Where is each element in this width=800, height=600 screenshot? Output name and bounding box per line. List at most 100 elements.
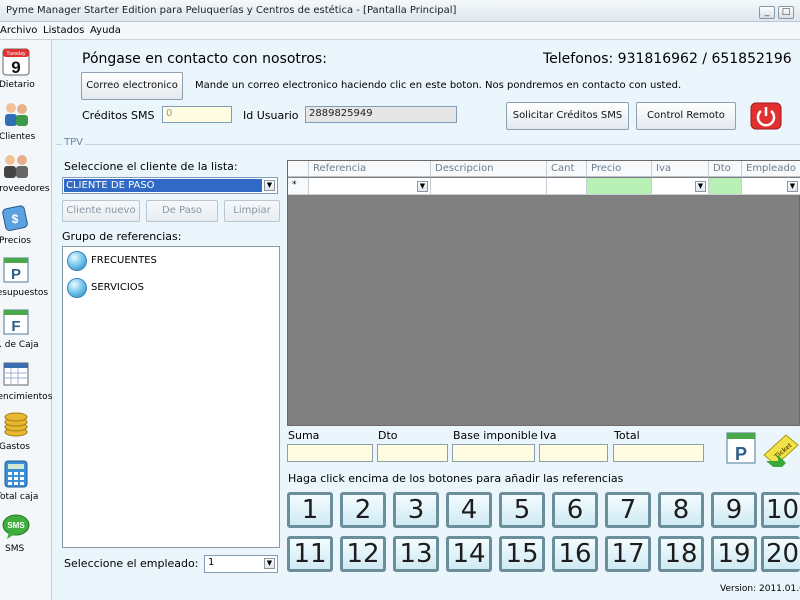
sidebar-item-precios[interactable]: $ Precios bbox=[0, 200, 52, 252]
contact-heading: Póngase en contacto con nosotros: bbox=[82, 51, 327, 67]
ref-button-1[interactable]: 1 bbox=[287, 492, 333, 528]
ref-button-20[interactable]: 20 bbox=[761, 536, 800, 572]
chevron-down-icon[interactable]: ▼ bbox=[695, 181, 706, 192]
cell-referencia[interactable]: ▼ bbox=[309, 178, 431, 194]
cell-precio[interactable] bbox=[587, 178, 652, 194]
sidebar-item-label: Dietario bbox=[0, 80, 35, 90]
chevron-down-icon[interactable]: ▼ bbox=[787, 181, 798, 192]
ref-button-7[interactable]: 7 bbox=[605, 492, 651, 528]
expenses-icon bbox=[4, 412, 28, 437]
col-precio[interactable]: Precio bbox=[587, 161, 652, 177]
calculator-icon bbox=[4, 460, 28, 488]
col-empleado[interactable]: Empleado bbox=[742, 161, 800, 177]
menu-ayuda[interactable]: Ayuda bbox=[90, 25, 121, 36]
remote-control-button[interactable]: Control Remoto bbox=[636, 102, 736, 130]
svg-text:9: 9 bbox=[11, 58, 20, 76]
chevron-down-icon[interactable]: ▼ bbox=[264, 180, 275, 191]
ref-button-4[interactable]: 4 bbox=[446, 492, 492, 528]
lines-grid[interactable]: Referencia Descripcion Cant Precio Iva D… bbox=[287, 160, 800, 426]
clear-button[interactable]: Limpiar bbox=[224, 200, 280, 222]
vat-label: Iva bbox=[540, 429, 557, 442]
col-iva[interactable]: Iva bbox=[652, 161, 709, 177]
sidebar-item-vencimientos[interactable]: Vencimientos bbox=[0, 356, 52, 408]
sidebar-item-clientes[interactable]: Clientes bbox=[0, 96, 52, 148]
ref-button-18[interactable]: 18 bbox=[658, 536, 704, 572]
ref-button-14[interactable]: 14 bbox=[446, 536, 492, 572]
cell-dto[interactable] bbox=[709, 178, 742, 194]
chevron-down-icon[interactable]: ▼ bbox=[264, 558, 275, 569]
client-select[interactable]: CLIENTE DE PASO ▼ bbox=[62, 177, 278, 194]
ref-button-11[interactable]: 11 bbox=[287, 536, 333, 572]
minimize-button[interactable]: _ bbox=[759, 6, 775, 19]
ref-button-10[interactable]: 10 bbox=[761, 492, 800, 528]
svg-text:SMS: SMS bbox=[7, 521, 25, 530]
new-client-button[interactable]: Cliente nuevo bbox=[62, 200, 140, 222]
ref-button-6[interactable]: 6 bbox=[552, 492, 598, 528]
window-title: Pyme Manager Starter Edition para Peluqu… bbox=[6, 5, 457, 16]
sms-icon: SMS bbox=[2, 514, 30, 539]
ref-button-2[interactable]: 2 bbox=[340, 492, 386, 528]
ref-button-19[interactable]: 19 bbox=[711, 536, 757, 572]
budgets-icon: P bbox=[3, 257, 29, 283]
sidebar-item-label: Presupuestos bbox=[0, 288, 49, 298]
sms-credits-field[interactable]: 0 bbox=[162, 106, 232, 123]
chevron-down-icon[interactable]: ▼ bbox=[417, 181, 428, 192]
ref-buttons-hint: Haga click encima de los botones para añ… bbox=[288, 472, 624, 485]
cash-register-icon: F bbox=[3, 309, 29, 335]
cell-descripcion[interactable] bbox=[431, 178, 547, 194]
employee-selected-value: 1 bbox=[208, 557, 215, 568]
user-id-label: Id Usuario bbox=[243, 109, 299, 122]
request-sms-credits-button[interactable]: Solicitar Créditos SMS bbox=[506, 102, 629, 130]
sidebar-item-label: Vencimientos bbox=[0, 392, 53, 402]
col-dto[interactable]: Dto bbox=[709, 161, 742, 177]
restore-button[interactable]: □ bbox=[778, 6, 794, 19]
new-row-marker: * bbox=[288, 178, 309, 194]
sidebar-item-caja[interactable]: F Ar. de Caja bbox=[0, 304, 52, 356]
ref-group-servicios[interactable]: SERVICIOS bbox=[67, 278, 267, 300]
ref-button-13[interactable]: 13 bbox=[393, 536, 439, 572]
sidebar-item-sms[interactable]: SMS SMS bbox=[0, 508, 52, 560]
ref-button-17[interactable]: 17 bbox=[605, 536, 651, 572]
select-client-label: Seleccione el cliente de la lista: bbox=[64, 160, 238, 173]
ref-button-9[interactable]: 9 bbox=[711, 492, 757, 528]
sphere-icon bbox=[67, 278, 87, 298]
tax-base-label: Base imponible bbox=[453, 429, 538, 442]
walk-in-client-button[interactable]: De Paso bbox=[146, 200, 218, 222]
svg-text:F: F bbox=[11, 318, 20, 335]
menu-listados[interactable]: Listados bbox=[43, 25, 84, 36]
grid-corner bbox=[288, 161, 309, 177]
cell-iva[interactable]: ▼ bbox=[652, 178, 709, 194]
employee-select[interactable]: 1 ▼ bbox=[204, 555, 278, 573]
col-referencia[interactable]: Referencia bbox=[309, 161, 431, 177]
budget-icon[interactable]: P bbox=[725, 431, 759, 465]
menu-bar: Archivo Listados Ayuda bbox=[0, 22, 800, 40]
sidebar-item-presupuestos[interactable]: P Presupuestos bbox=[0, 252, 52, 304]
svg-text:P: P bbox=[11, 266, 21, 283]
ref-button-3[interactable]: 3 bbox=[393, 492, 439, 528]
sidebar-item-gastos[interactable]: Gastos bbox=[0, 406, 52, 458]
ref-button-12[interactable]: 12 bbox=[340, 536, 386, 572]
ticket-icon[interactable]: Ticket bbox=[762, 431, 800, 467]
cell-cant[interactable] bbox=[547, 178, 587, 194]
sms-credits-label: Créditos SMS bbox=[82, 109, 155, 122]
user-id-field: 2889825949 bbox=[305, 106, 457, 123]
power-icon[interactable] bbox=[750, 102, 782, 130]
ref-group-frecuentes[interactable]: FRECUENTES bbox=[67, 251, 267, 273]
col-cant[interactable]: Cant bbox=[547, 161, 587, 177]
cell-empleado[interactable]: ▼ bbox=[742, 178, 800, 194]
ref-button-15[interactable]: 15 bbox=[499, 536, 545, 572]
sidebar-item-proveedores[interactable]: Proveedores bbox=[0, 148, 52, 200]
ref-button-8[interactable]: 8 bbox=[658, 492, 704, 528]
email-button[interactable]: Correo electronico bbox=[81, 72, 183, 100]
table-row[interactable]: * ▼ ▼ ▼ bbox=[288, 178, 800, 195]
sidebar-item-dietario[interactable]: Tuesday 9 Dietario bbox=[0, 44, 52, 96]
sidebar-item-label: Ar. de Caja bbox=[0, 340, 39, 350]
sphere-icon bbox=[67, 251, 87, 271]
ref-button-16[interactable]: 16 bbox=[552, 536, 598, 572]
email-description: Mande un correo electronico haciendo cli… bbox=[195, 80, 682, 91]
ref-button-5[interactable]: 5 bbox=[499, 492, 545, 528]
menu-archivo[interactable]: Archivo bbox=[0, 25, 37, 36]
sidebar-item-total-caja[interactable]: Total caja bbox=[0, 456, 52, 508]
grid-header: Referencia Descripcion Cant Precio Iva D… bbox=[288, 161, 800, 177]
col-descripcion[interactable]: Descripcion bbox=[431, 161, 547, 177]
